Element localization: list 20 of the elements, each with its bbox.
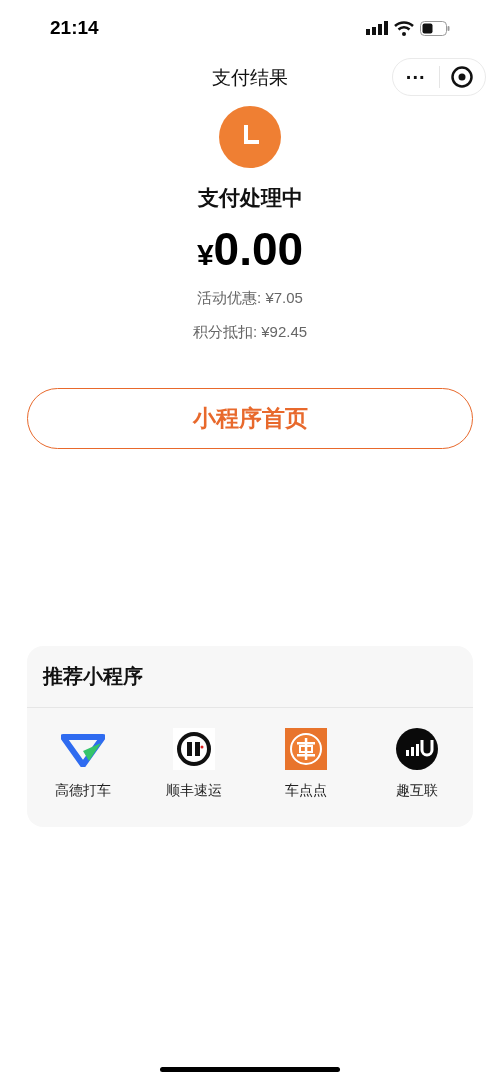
status-time: 21:14	[50, 15, 99, 40]
wifi-icon	[394, 20, 414, 36]
payment-amount: ¥0.00	[196, 225, 304, 277]
recommend-title: 推荐小程序	[43, 664, 143, 689]
more-button[interactable]: ···	[393, 67, 439, 87]
signal-logo-icon	[396, 727, 439, 770]
mini-app-item[interactable]: 高德打车	[27, 727, 139, 801]
mini-app-item[interactable]: 顺丰速运	[138, 727, 250, 801]
circle-logo-icon	[173, 727, 216, 770]
page-title: 支付结果	[212, 65, 288, 90]
mini-app-item[interactable]: 车点点	[250, 727, 362, 801]
payment-status: 支付处理中	[197, 185, 303, 211]
target-icon	[451, 66, 474, 88]
discount-line: 积分抵扣: ¥92.45	[192, 322, 308, 342]
wheel-logo-icon	[284, 727, 327, 770]
discount-line: 活动优惠: ¥7.05	[197, 287, 303, 308]
battery-icon	[420, 20, 450, 36]
clock-icon	[219, 106, 281, 168]
mini-app-item[interactable]: 趣互联	[361, 727, 473, 801]
signal-icon	[366, 21, 388, 35]
